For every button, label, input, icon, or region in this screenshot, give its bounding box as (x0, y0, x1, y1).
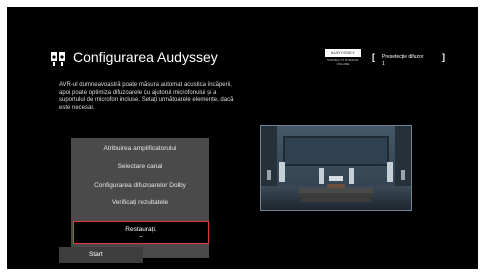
logo-subtitle: MULTEQ XT DYNAMIC VOLUME (327, 58, 359, 66)
menu-item-dolby-speaker-setup[interactable]: Configurarea difuzoarelor Dolby (71, 182, 209, 190)
description-text: AVR-ul dumneavoastră poate măsura automa… (59, 82, 234, 111)
menu-item-restore[interactable]: Restaurați. – (73, 221, 209, 244)
menu-item-check-results[interactable]: Verificați rezultatele (71, 199, 209, 207)
speaker-preset[interactable]: [ Presetecție difuzor 1 ] (372, 52, 452, 72)
bracket-right-icon: ] (442, 52, 445, 62)
bracket-left-icon: [ (372, 52, 375, 62)
menu-item-channel-select[interactable]: Selectare canal (71, 163, 209, 171)
menu-item-amp-assign[interactable]: Atribuirea amplificatorului (71, 145, 209, 153)
start-button[interactable]: Start (59, 247, 143, 263)
preset-value: 1 (382, 61, 385, 67)
preset-label: Presetecție difuzor (382, 54, 424, 60)
restore-label: Restaurați. (125, 226, 157, 233)
setup-speaker-icon (51, 52, 65, 66)
tv-screen: Configurarea Audyssey AUDYSSEY MULTEQ XT… (7, 7, 478, 269)
page-title: Configurarea Audyssey (73, 49, 218, 65)
restore-sublabel: – (139, 234, 143, 240)
audyssey-logo: AUDYSSEY MULTEQ XT DYNAMIC VOLUME (325, 49, 361, 67)
room-speaker-illustration (260, 125, 412, 211)
logo-wordmark: AUDYSSEY (325, 49, 361, 57)
